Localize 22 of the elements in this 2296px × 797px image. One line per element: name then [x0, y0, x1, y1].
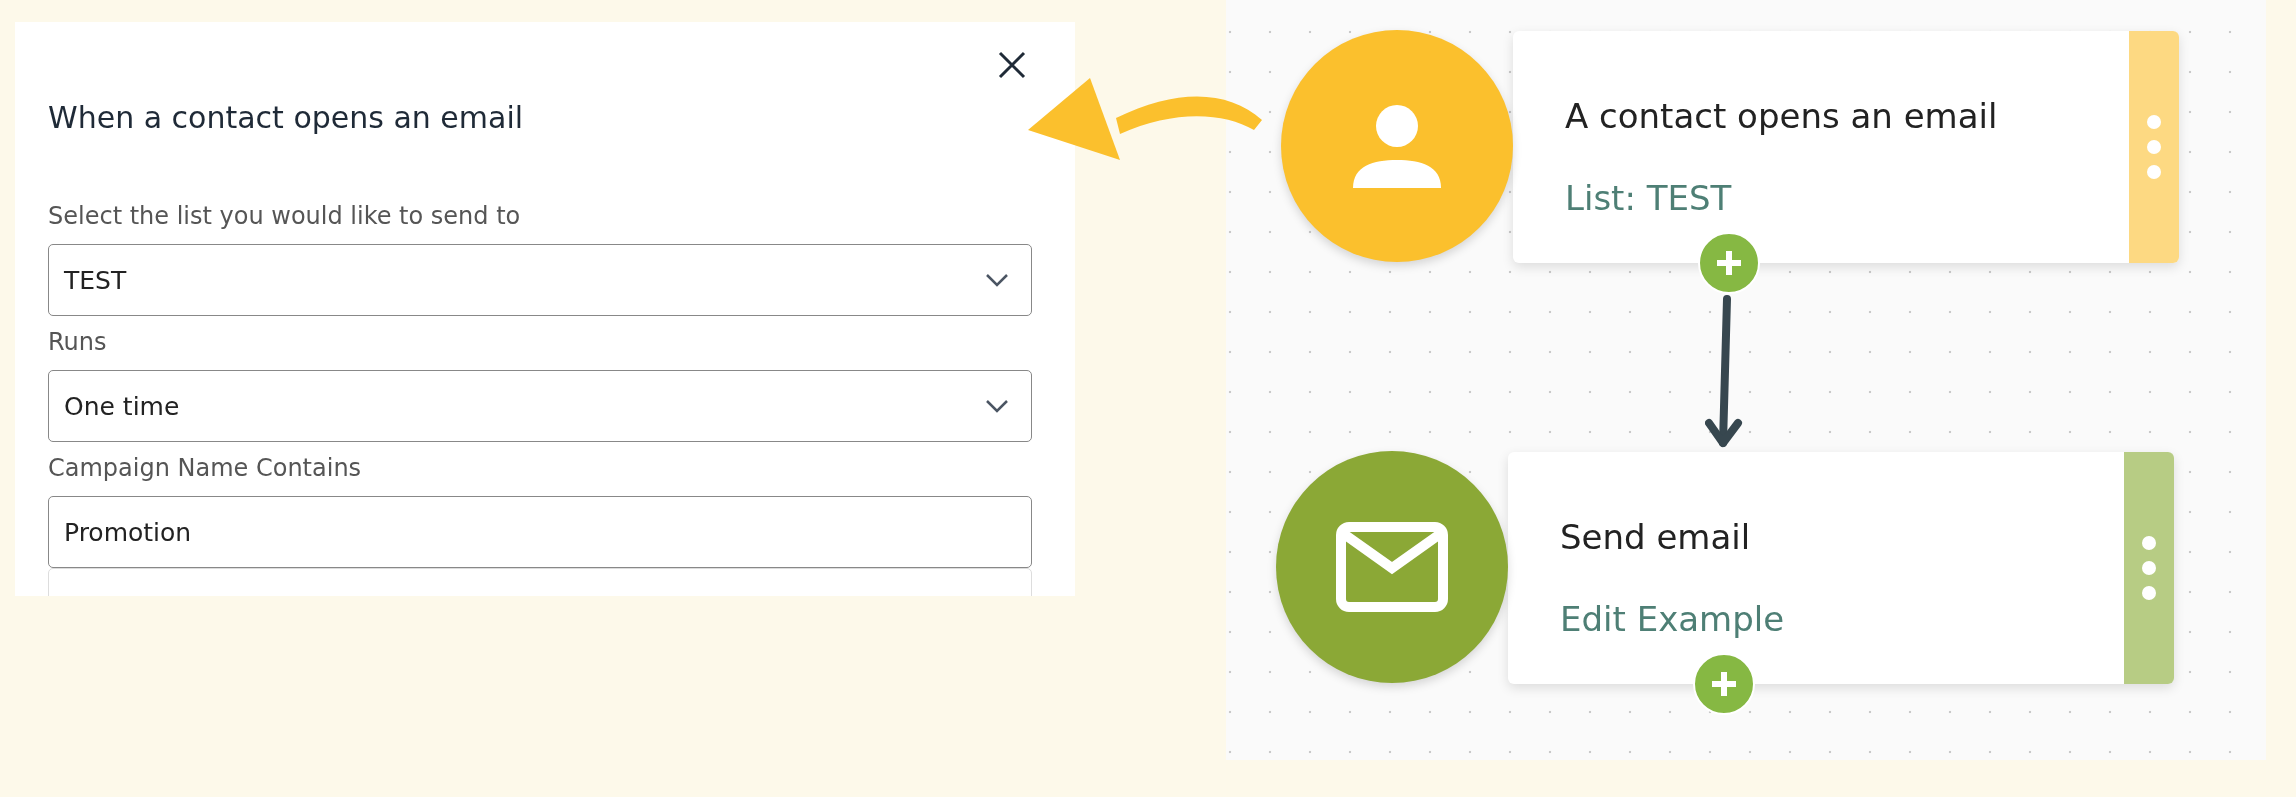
- node-card[interactable]: A contact opens an email List: TEST: [1513, 31, 2179, 263]
- menu-strip[interactable]: [2124, 452, 2174, 684]
- input-field[interactable]: Promotion: [48, 496, 1032, 568]
- node-link[interactable]: Edit Example: [1560, 596, 1785, 642]
- dropdown[interactable]: TEST: [48, 244, 1032, 316]
- field-label: Select the list you would like to send to: [48, 201, 521, 231]
- more-icon[interactable]: [2142, 536, 2156, 600]
- field-label: Campaign Name Contains: [48, 453, 362, 483]
- envelope-icon: [1336, 522, 1448, 612]
- chevron-down-icon: [985, 273, 1009, 287]
- panel-title: When a contact opens an email: [48, 99, 524, 137]
- more-icon[interactable]: [2147, 115, 2161, 179]
- node-title: Send email: [1560, 516, 1751, 559]
- node-link[interactable]: List: TEST: [1565, 175, 1732, 221]
- field-label: Runs: [48, 327, 107, 357]
- node-card[interactable]: Send email Edit Example: [1508, 452, 2174, 684]
- chevron-down-icon: [985, 399, 1009, 413]
- dropdown[interactable]: One time: [48, 370, 1032, 442]
- plus-icon: [1709, 669, 1739, 699]
- node-title: A contact opens an email: [1565, 95, 1998, 138]
- plus-icon: [1714, 248, 1744, 278]
- menu-strip[interactable]: [2129, 31, 2179, 263]
